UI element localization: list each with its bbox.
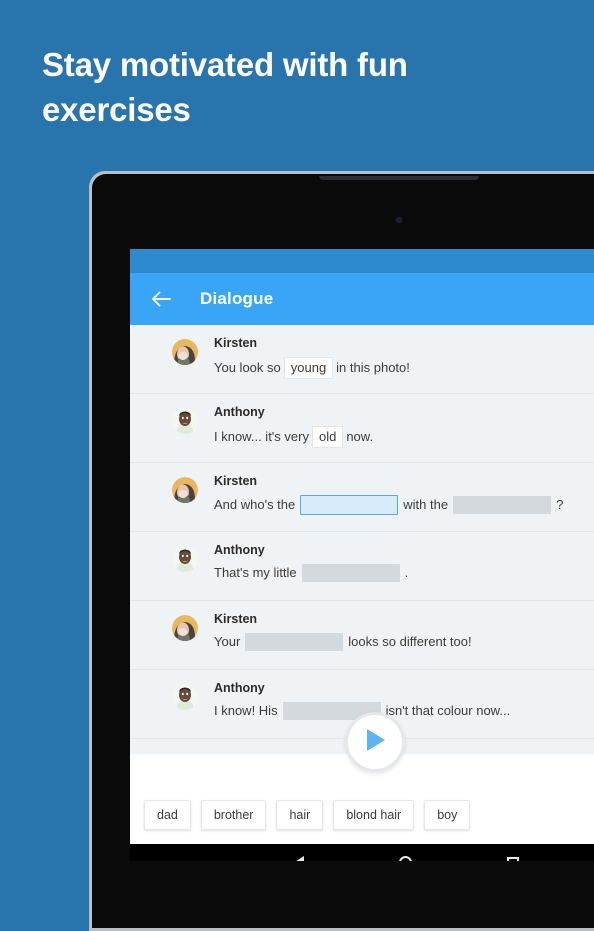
- word-bank-panel: dad brother hair blond hair boy: [130, 712, 594, 844]
- speaker-slot: [319, 176, 479, 180]
- message-text: I know... it's very: [214, 429, 309, 444]
- dialogue-row[interactable]: Anthony I know... it's very old now.: [130, 394, 594, 463]
- nav-home-icon[interactable]: [399, 856, 412, 861]
- word-chip[interactable]: blond hair: [333, 800, 415, 830]
- page-title: Stay motivated with fun exercises: [42, 46, 408, 128]
- play-button[interactable]: [345, 712, 405, 772]
- answer-blank[interactable]: [453, 496, 552, 514]
- speaker-name: Kirsten: [214, 336, 258, 350]
- back-arrow-icon[interactable]: [150, 288, 172, 310]
- speaker-name: Kirsten: [214, 474, 258, 488]
- word-chip[interactable]: boy: [424, 800, 471, 830]
- avatar: [172, 408, 198, 434]
- dialogue-row[interactable]: Kirsten And who's the with the ?: [130, 463, 594, 532]
- play-triangle-icon: [362, 726, 388, 759]
- message-body: Anthony That's my little .: [198, 543, 594, 582]
- answer-blank[interactable]: [245, 633, 344, 651]
- avatar: [172, 546, 198, 572]
- message-text: You look so: [214, 360, 281, 375]
- message-body: Anthony I know... it's very old now.: [198, 405, 594, 448]
- filled-answer[interactable]: young: [283, 357, 334, 379]
- dialogue-row[interactable]: Kirsten Your looks so different too!: [130, 601, 594, 670]
- message-body: Kirsten And who's the with the ?: [198, 474, 594, 515]
- avatar: [172, 684, 198, 710]
- message-text: .: [404, 565, 409, 580]
- word-chip[interactable]: dad: [144, 800, 191, 830]
- message-line: That's my little .: [214, 564, 594, 582]
- tablet-bezel: 11 Dialogue: [92, 174, 594, 928]
- answer-blank[interactable]: [301, 564, 400, 582]
- dialogue-row[interactable]: Anthony That's my little .: [130, 532, 594, 601]
- front-camera-icon: [396, 217, 402, 223]
- app-bar-title: Dialogue: [200, 289, 274, 308]
- avatar: [172, 615, 198, 641]
- message-text: ?: [556, 497, 564, 512]
- message-body: Kirsten You look so young in this photo!: [198, 336, 594, 379]
- android-nav-bar: [130, 844, 594, 861]
- app-bar: Dialogue: [130, 273, 594, 325]
- answer-blank-active[interactable]: [300, 495, 399, 515]
- avatar: [172, 339, 198, 365]
- message-text: with the: [403, 497, 449, 512]
- word-chip[interactable]: brother: [200, 800, 267, 830]
- message-body: Anthony I know! His isn't that colour no…: [198, 681, 594, 720]
- message-line: I know! His isn't that colour now...: [214, 702, 594, 720]
- message-text: Your: [214, 634, 241, 649]
- message-line: I know... it's very old now.: [214, 426, 594, 448]
- message-line: You look so young in this photo!: [214, 357, 594, 379]
- message-text: That's my little: [214, 565, 297, 580]
- avatar: [172, 477, 198, 503]
- nav-back-icon[interactable]: [293, 855, 304, 861]
- message-text: I know! His: [214, 703, 278, 718]
- message-text: looks so different too!: [348, 634, 472, 649]
- status-bar: 11: [130, 249, 594, 273]
- tablet-device-frame: 11 Dialogue: [89, 171, 594, 931]
- nav-recents-icon[interactable]: [507, 856, 519, 861]
- word-chip[interactable]: hair: [276, 800, 324, 830]
- speaker-name: Anthony: [214, 681, 265, 695]
- message-line: And who's the with the ?: [214, 495, 594, 515]
- dialogue-row[interactable]: Kirsten You look so young in this photo!: [130, 325, 594, 394]
- app-screen: 11 Dialogue: [130, 249, 594, 861]
- speaker-name: Anthony: [214, 543, 265, 557]
- dialogue-list[interactable]: Kirsten You look so young in this photo!: [130, 325, 594, 754]
- message-text: now.: [346, 429, 374, 444]
- message-text: in this photo!: [336, 360, 410, 375]
- speaker-name: Anthony: [214, 405, 265, 419]
- message-text: isn't that colour now...: [385, 703, 511, 718]
- message-line: Your looks so different too!: [214, 633, 594, 651]
- message-text: And who's the: [214, 497, 296, 512]
- filled-answer[interactable]: old: [311, 426, 344, 448]
- message-body: Kirsten Your looks so different too!: [198, 612, 594, 651]
- speaker-name: Kirsten: [214, 612, 258, 626]
